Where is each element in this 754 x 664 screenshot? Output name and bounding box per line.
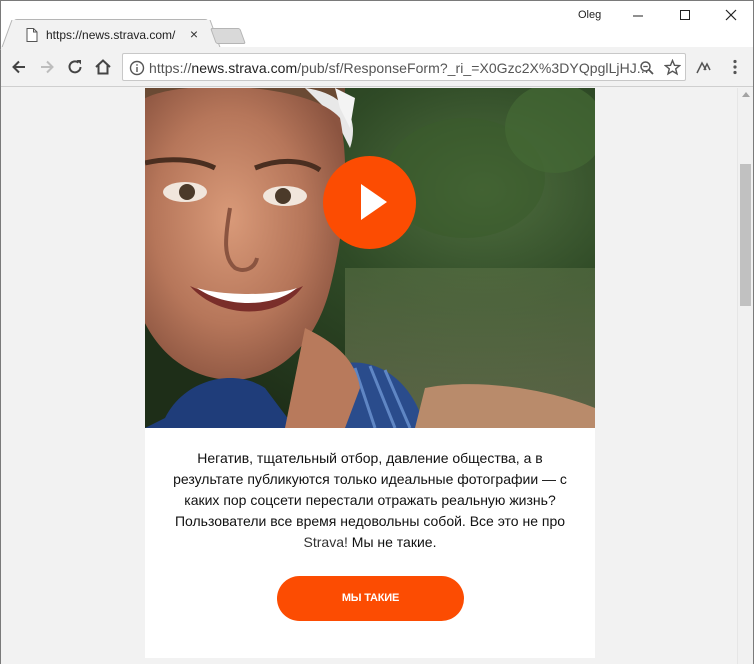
tab-title: https://news.strava.com/ — [46, 28, 176, 42]
hero-video-thumbnail[interactable] — [145, 88, 595, 428]
tab-close-icon[interactable]: × — [186, 26, 202, 42]
scroll-up-arrow-icon[interactable] — [742, 92, 750, 97]
email-card: Негатив, тщательный отбор, давление обще… — [145, 88, 595, 658]
browser-toolbar: https://news.strava.com/pub/sf/ResponseF… — [1, 47, 753, 87]
home-icon[interactable] — [93, 57, 113, 77]
url-host: news.strava.com — [191, 60, 298, 76]
maximize-icon[interactable] — [673, 5, 697, 25]
star-icon[interactable] — [664, 59, 681, 76]
hero-photo — [145, 88, 595, 428]
play-button[interactable] — [323, 156, 416, 249]
forward-arrow-icon[interactable] — [37, 57, 57, 77]
vertical-scrollbar[interactable] — [737, 88, 753, 664]
back-arrow-icon[interactable] — [9, 57, 29, 77]
browser-window: https://news.strava.com/ × Oleg https://… — [0, 0, 754, 664]
url-text[interactable]: https://news.strava.com/pub/sf/ResponseF… — [149, 60, 649, 76]
body-text-after-link: Мы не такие. — [347, 534, 437, 550]
url-path: /pub/sf/ResponseForm?_ri_=X0Gzc2X%3DYQpg… — [297, 60, 649, 76]
body-paragraph: Негатив, тщательный отбор, давление обще… — [165, 448, 575, 553]
kebab-menu-icon[interactable] — [727, 58, 743, 76]
page-viewport: Негатив, тщательный отбор, давление обще… — [1, 88, 737, 664]
new-tab-button[interactable] — [210, 28, 246, 44]
play-icon — [361, 184, 387, 220]
close-icon[interactable] — [719, 5, 743, 25]
url-protocol: https:// — [149, 60, 192, 76]
minimize-icon[interactable] — [626, 5, 650, 25]
strava-link[interactable]: Strava! — [304, 534, 348, 550]
info-icon[interactable] — [129, 60, 145, 76]
zoom-icon[interactable] — [639, 60, 655, 76]
document-icon — [26, 28, 38, 42]
cta-button[interactable]: МЫ ТАКИЕ — [277, 576, 464, 621]
reload-icon[interactable] — [65, 57, 85, 77]
title-bar: https://news.strava.com/ × Oleg — [1, 1, 753, 49]
scroll-thumb[interactable] — [740, 164, 751, 306]
profile-name[interactable]: Oleg — [578, 9, 601, 21]
address-bar[interactable]: https://news.strava.com/pub/sf/ResponseF… — [122, 53, 686, 81]
strava-extension-icon[interactable] — [695, 58, 713, 76]
body-text-before-link: Негатив, тщательный отбор, давление обще… — [173, 450, 567, 529]
browser-tab[interactable]: https://news.strava.com/ × — [13, 19, 209, 49]
